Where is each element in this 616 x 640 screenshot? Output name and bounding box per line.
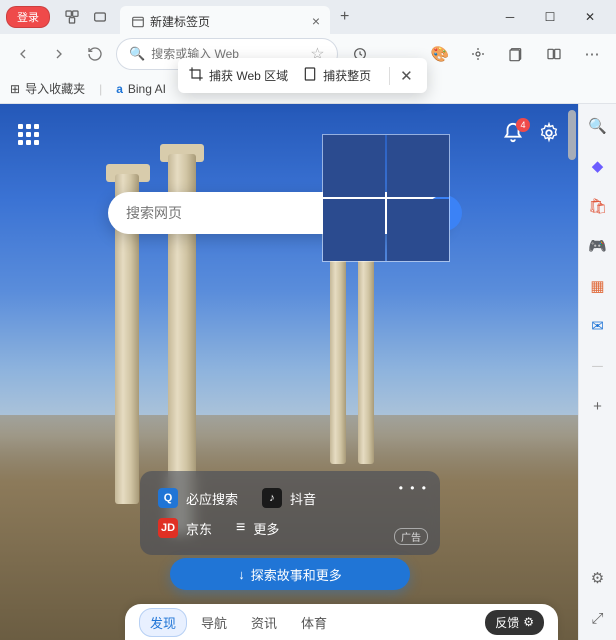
feed-tabs: 发现 导航 资讯 体育 反馈 ⚙ [125, 604, 558, 640]
import-icon: ⊞ [10, 82, 20, 96]
notification-badge: 4 [516, 118, 530, 132]
arrow-down-icon: ↓ [238, 567, 245, 582]
sidebar-settings-icon[interactable]: ⚙ [588, 568, 608, 588]
tile [323, 135, 385, 197]
sidebar-divider: ─ [588, 356, 608, 376]
sidebar-expand-icon[interactable]: ⤢ [588, 608, 608, 628]
quicklink-label: 更多 [253, 519, 279, 538]
capture-area-label: 捕获 Web 区域 [209, 67, 288, 84]
sidebar-search-icon[interactable]: 🔍 [588, 116, 608, 136]
link-icon: ⚙ [523, 615, 534, 629]
capture-fullpage-button[interactable]: 捕获整页 [302, 66, 371, 85]
quicklink-more[interactable]: ≡ 更多 [236, 519, 279, 538]
crop-icon [188, 66, 204, 85]
copilot-icon[interactable]: 🎨 [424, 38, 456, 70]
tab-sports[interactable]: 体育 [291, 609, 337, 636]
explore-label: 探索故事和更多 [251, 565, 342, 584]
capture-area-button[interactable]: 捕获 Web 区域 [188, 66, 288, 85]
settings-button[interactable] [538, 122, 560, 150]
tile [323, 199, 385, 261]
capture-close-button[interactable]: ✕ [389, 67, 417, 85]
sidebar-tools-icon[interactable]: 🛍 [588, 196, 608, 216]
edge-sidebar: 🔍 ◆ 🛍 🎮 ▦ ✉ ─ + ⚙ ⤢ [578, 104, 616, 640]
ntp-header: 4 [0, 114, 578, 158]
capture-full-label: 捕获整页 [323, 67, 371, 84]
sidebar-games-icon[interactable]: 🎮 [588, 236, 608, 256]
collections-icon[interactable] [500, 38, 532, 70]
search-icon: 🔍 [129, 46, 145, 62]
bing-search-icon: Q [158, 488, 178, 508]
more-icon: ≡ [236, 519, 245, 537]
ad-badge: 广告 [394, 528, 428, 545]
tab-title: 新建标签页 [150, 13, 292, 30]
screenshot-menu: 捕获 Web 区域 捕获整页 ✕ [178, 58, 427, 93]
tab-actions-icon[interactable] [86, 3, 114, 31]
app-launcher-icon[interactable] [18, 124, 42, 148]
douyin-icon: ♪ [262, 488, 282, 508]
sidebar-shopping-icon[interactable]: ◆ [588, 156, 608, 176]
feedback-button[interactable]: 反馈 ⚙ [485, 610, 544, 635]
extensions-icon[interactable] [462, 38, 494, 70]
divider: | [99, 82, 102, 96]
explore-button[interactable]: ↓ 探索故事和更多 [170, 558, 410, 590]
tab-news[interactable]: 资讯 [241, 609, 287, 636]
quicklink-label: 必应搜索 [186, 489, 238, 508]
browser-tab[interactable]: 新建标签页 × [120, 6, 330, 36]
tab-navigation[interactable]: 导航 [191, 609, 237, 636]
bookmark-bing-ai[interactable]: a Bing AI [116, 82, 166, 96]
window-titlebar: 登录 新建标签页 × + ─ ☐ ✕ [0, 0, 616, 34]
login-button[interactable]: 登录 [6, 6, 50, 28]
tab-discover[interactable]: 发现 [139, 608, 187, 637]
tab-favicon-icon [130, 14, 144, 28]
bookmark-label: Bing AI [128, 82, 166, 96]
quicklinks-menu-button[interactable]: • • • [399, 481, 428, 495]
quicklinks-panel: • • • Q 必应搜索 ♪ 抖音 JD 京东 ≡ 更多 广告 [140, 471, 440, 555]
jd-icon: JD [158, 518, 178, 538]
back-button[interactable] [8, 39, 38, 69]
quicklink-bing[interactable]: Q 必应搜索 [158, 488, 238, 508]
notifications-button[interactable]: 4 [502, 122, 524, 150]
sidebar-add-button[interactable]: + [588, 396, 608, 416]
forward-button[interactable] [44, 39, 74, 69]
menu-button[interactable]: ⋯ [576, 38, 608, 70]
scrollbar-thumb[interactable] [568, 110, 576, 160]
sidebar-outlook-icon[interactable]: ✉ [588, 316, 608, 336]
refresh-button[interactable] [80, 39, 110, 69]
sidebar-office-icon[interactable]: ▦ [588, 276, 608, 296]
bing-icon: a [116, 82, 123, 96]
quicklink-label: 抖音 [290, 489, 316, 508]
import-favorites-button[interactable]: ⊞ 导入收藏夹 [10, 80, 85, 97]
window-minimize-button[interactable]: ─ [490, 3, 530, 31]
split-screen-icon[interactable] [538, 38, 570, 70]
tab-close-button[interactable]: × [312, 13, 320, 29]
page-content: 4 • • • Q 必应搜索 ♪ 抖音 JD 京东 [0, 104, 578, 640]
page-icon [302, 66, 318, 85]
import-label: 导入收藏夹 [25, 80, 85, 97]
new-tab-button[interactable]: + [340, 8, 349, 26]
workspaces-icon[interactable] [58, 3, 86, 31]
quicklink-label: 京东 [186, 519, 212, 538]
tile [387, 199, 449, 261]
quicklink-douyin[interactable]: ♪ 抖音 [262, 488, 316, 508]
tile [387, 135, 449, 197]
quicklink-jd[interactable]: JD 京东 [158, 518, 212, 538]
feedback-label: 反馈 [495, 614, 519, 631]
windows-tiles-overlay [322, 134, 450, 262]
window-maximize-button[interactable]: ☐ [530, 3, 570, 31]
window-close-button[interactable]: ✕ [570, 3, 610, 31]
